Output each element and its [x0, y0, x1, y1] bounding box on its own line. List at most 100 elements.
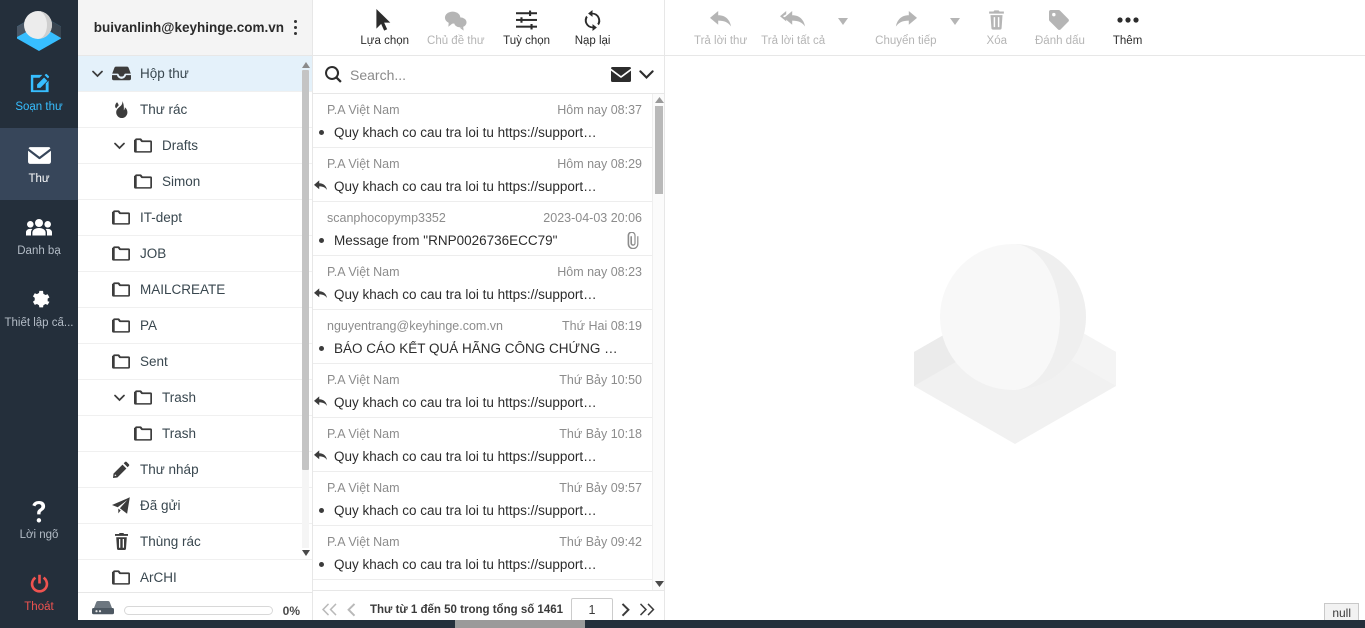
window-bottom-strip — [0, 620, 1365, 628]
replied-arrow-icon[interactable] — [314, 179, 328, 193]
chevron-down-icon[interactable] — [86, 70, 108, 78]
taskbar-item-about[interactable]: Lời ngõ — [0, 484, 78, 556]
scroll-down-arrow-icon[interactable] — [301, 548, 310, 558]
message-subject: Message from "RNP0026736ECC79" — [334, 232, 558, 248]
folder-item-sent[interactable]: Sent — [78, 344, 312, 380]
folder-item-job[interactable]: JOB — [78, 236, 312, 272]
folder-icon — [130, 174, 156, 189]
taskbar-item-settings[interactable]: Thiết lập cấ... — [0, 272, 78, 344]
message-preview-pane: Trả lời thư Trả lời tất cả Chuyển tiếp X… — [665, 0, 1365, 628]
message-row[interactable]: P.A Việt Nam Thứ Bảy 09:57 Quy khach co … — [313, 472, 664, 526]
scroll-up-arrow-icon[interactable] — [653, 94, 664, 106]
message-meta: P.A Việt Nam Hôm nay 08:29 — [327, 154, 642, 174]
horizontal-scrollbar-thumb[interactable] — [455, 620, 585, 628]
forward-dropdown-caret-icon[interactable] — [944, 2, 966, 54]
options-button[interactable]: Tuỳ chọn — [496, 2, 558, 54]
message-row[interactable]: scanphocopymp3352 2023-04-03 20:06 Messa… — [313, 202, 664, 256]
threads-icon — [444, 8, 467, 32]
folder-item-sent-special[interactable]: Đã gửi — [78, 488, 312, 524]
message-row[interactable]: P.A Việt Nam Thứ Bảy 10:50 Quy khach co … — [313, 364, 664, 418]
reply-button[interactable]: Trả lời thư — [687, 2, 754, 54]
send-icon — [108, 497, 134, 514]
scroll-up-arrow-icon[interactable] — [301, 60, 310, 70]
folder-label: Thư nháp — [140, 462, 199, 477]
folder-label: IT-dept — [140, 210, 183, 225]
taskbar-item-compose[interactable]: Soạn thư — [0, 56, 78, 128]
chevron-down-icon[interactable] — [108, 394, 130, 402]
forward-button[interactable]: Chuyển tiếp — [868, 2, 943, 54]
folder-item-trash-special[interactable]: Thùng rác — [78, 524, 312, 560]
folder-icon — [108, 570, 134, 585]
message-subject-row: Quy khach co cau tra loi tu https://supp… — [314, 552, 642, 576]
folder-item-mailcreate[interactable]: MAILCREATE — [78, 272, 312, 308]
kebab-menu-icon[interactable] — [284, 13, 306, 43]
trash-icon — [108, 533, 134, 550]
message-row[interactable]: P.A Việt Nam Hôm nay 08:29 Quy khach co … — [313, 148, 664, 202]
reply-icon — [709, 8, 732, 32]
more-button[interactable]: Thêm — [1106, 2, 1149, 54]
replied-arrow-icon[interactable] — [314, 395, 328, 409]
folder-item-inbox[interactable]: Hộp thư — [78, 56, 312, 92]
replied-arrow-icon[interactable] — [314, 287, 328, 301]
scrollbar-thumb[interactable] — [302, 70, 309, 470]
message-sender: P.A Việt Nam — [327, 157, 400, 171]
message-list-scrollbar[interactable] — [652, 94, 664, 590]
reply-all-dropdown-caret-icon[interactable] — [832, 2, 854, 54]
message-row[interactable]: P.A Việt Nam Thứ Bảy 10:18 Quy khach co … — [313, 418, 664, 472]
refresh-button[interactable]: Nạp lại — [562, 2, 624, 54]
threads-button[interactable]: Chủ đề thư — [420, 2, 492, 54]
folder-item-trash-child[interactable]: Trash — [78, 416, 312, 452]
ellipsis-icon — [1116, 8, 1139, 32]
search-icon[interactable] — [325, 66, 342, 83]
message-row[interactable]: P.A Việt Nam Hôm nay 08:37 Quy khach co … — [313, 94, 664, 148]
message-subject-row: Quy khach co cau tra loi tu https://supp… — [314, 282, 642, 306]
envelope-icon[interactable] — [611, 67, 631, 82]
taskbar-spacer — [0, 344, 78, 484]
chevron-down-icon[interactable] — [639, 69, 654, 80]
chevron-down-icon[interactable] — [108, 142, 130, 150]
taskbar-item-mail[interactable]: Thư — [0, 128, 78, 200]
mark-button[interactable]: Đánh dấu — [1028, 2, 1092, 54]
scroll-down-arrow-icon[interactable] — [653, 578, 664, 590]
folder-item-trash-parent[interactable]: Trash — [78, 380, 312, 416]
unread-dot-icon[interactable] — [314, 561, 328, 567]
page-number-input[interactable] — [571, 597, 614, 622]
folder-item-pa[interactable]: PA — [78, 308, 312, 344]
scrollbar-thumb[interactable] — [655, 106, 663, 194]
folder-item-archi[interactable]: ArCHI — [78, 560, 312, 592]
cursor-icon — [376, 8, 393, 32]
taskbar-item-logout[interactable]: Thoát — [0, 556, 78, 628]
folder-item-junk[interactable]: Thư rác — [78, 92, 312, 128]
button-label: Xóa — [986, 35, 1007, 47]
roundcube-watermark-logo — [909, 235, 1121, 450]
select-button[interactable]: Lựa chọn — [353, 2, 416, 54]
folder-icon — [108, 246, 134, 261]
folder-item-drafts[interactable]: Drafts — [78, 128, 312, 164]
unread-dot-icon[interactable] — [314, 237, 328, 243]
replied-arrow-icon[interactable] — [314, 449, 328, 463]
message-row[interactable]: nguyentrang@keyhinge.com.vn Thứ Hai 08:1… — [313, 310, 664, 364]
taskbar-item-contacts[interactable]: Danh bạ — [0, 200, 78, 272]
search-input[interactable] — [350, 66, 603, 83]
delete-button[interactable]: Xóa — [980, 2, 1014, 54]
message-meta: scanphocopymp3352 2023-04-03 20:06 — [327, 208, 642, 228]
message-row[interactable]: P.A Việt Nam Thứ Bảy 09:42 Quy khach co … — [313, 526, 664, 580]
folder-item-simon[interactable]: Simon — [78, 164, 312, 200]
folder-list-scrollbar[interactable] — [301, 60, 310, 558]
message-date: Thứ Bảy 09:42 — [559, 535, 642, 549]
message-subject: Quy khach co cau tra loi tu https://supp… — [334, 448, 597, 464]
unread-dot-icon[interactable] — [314, 129, 328, 135]
quota-percent-label: 0% — [282, 603, 300, 618]
button-label: Chủ đề thư — [427, 35, 485, 47]
taskbar-items: Soạn thư Thư Danh bạ Thiết lập cấ... — [0, 56, 78, 344]
folder-item-it-dept[interactable]: IT-dept — [78, 200, 312, 236]
message-row[interactable]: P.A Việt Nam Hôm nay 08:23 Quy khach co … — [313, 256, 664, 310]
message-subject: Quy khach co cau tra loi tu https://supp… — [334, 178, 597, 194]
unread-dot-icon[interactable] — [314, 345, 328, 351]
reply-all-button[interactable]: Trả lời tất cả — [754, 2, 832, 54]
folder-item-drafts-special[interactable]: Thư nháp — [78, 452, 312, 488]
message-meta: P.A Việt Nam Hôm nay 08:23 — [327, 262, 642, 282]
message-sender: scanphocopymp3352 — [327, 211, 446, 225]
message-list[interactable]: P.A Việt Nam Hôm nay 08:37 Quy khach co … — [313, 94, 664, 590]
unread-dot-icon[interactable] — [314, 507, 328, 513]
